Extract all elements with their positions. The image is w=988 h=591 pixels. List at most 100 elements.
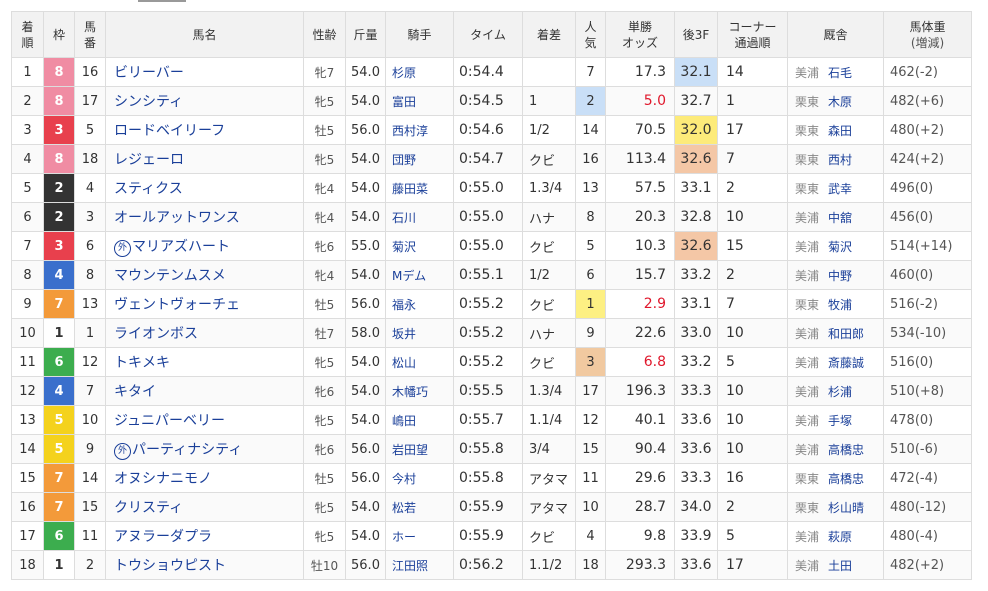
body-weight-cell: 534(-10) xyxy=(883,318,972,348)
trainer-link[interactable]: 高橋忠 xyxy=(828,443,864,457)
trainer-link[interactable]: 杉山晴 xyxy=(828,501,864,515)
trainer-location: 美浦 xyxy=(795,210,820,225)
trainer-link[interactable]: 萩原 xyxy=(828,530,852,544)
waku-cell: 1 xyxy=(43,318,75,348)
trainer-link[interactable]: 土田 xyxy=(828,559,852,573)
jockey-link[interactable]: Mデム xyxy=(392,269,426,283)
trainer-location: 美浦 xyxy=(795,442,820,457)
jockey-link[interactable]: ホー xyxy=(392,530,416,544)
popularity-cell: 11 xyxy=(575,463,606,493)
horse-name-link[interactable]: ロードベイリーフ xyxy=(114,123,225,139)
trainer-location: 美浦 xyxy=(795,529,820,544)
jockey-link[interactable]: 杉原 xyxy=(392,66,416,80)
horse-name-link[interactable]: ヴェントヴォーチェ xyxy=(114,297,240,313)
trainer-link[interactable]: 森田 xyxy=(828,124,852,138)
trainer-link[interactable]: 牧浦 xyxy=(828,298,852,312)
horse-name-link[interactable]: マリアズハート xyxy=(132,239,230,255)
umaban-cell: 7 xyxy=(74,376,106,406)
horse-name-link[interactable]: クリスティ xyxy=(114,500,183,516)
jockey-link[interactable]: 木幡巧 xyxy=(392,385,428,399)
horse-name-link[interactable]: オヌシナニモノ xyxy=(114,471,212,487)
horse-name-link[interactable]: マウンテンムスメ xyxy=(114,268,226,284)
jockey-link[interactable]: 福永 xyxy=(392,298,416,312)
time-cell: 0:55.9 xyxy=(453,492,523,522)
jockey-link[interactable]: 石川 xyxy=(392,211,416,225)
horse-name-link[interactable]: ライオンボス xyxy=(114,326,198,342)
table-row: 9 7 13 ヴェントヴォーチェ 牡5 56.0 福永 0:55.2 クビ 1 2.9 33.1 7 栗東… xyxy=(11,289,972,319)
horse-name-cell: ジュニパーベリー xyxy=(105,405,304,435)
jockey-link[interactable]: 西村淳 xyxy=(392,124,428,138)
trainer-link[interactable]: 西村 xyxy=(828,153,852,167)
horse-name-cell: マウンテンムスメ xyxy=(105,260,304,290)
trainer-link[interactable]: 和田郎 xyxy=(828,327,864,341)
umaban-cell: 1 xyxy=(74,318,106,348)
margin-cell: クビ xyxy=(522,289,576,319)
table-row: 14 5 9 外パーティナシティ 牝6 56.0 岩田望 0:55.8 3/4 15 90.4 33.… xyxy=(11,434,972,464)
jockey-link[interactable]: 松若 xyxy=(392,501,416,515)
umaban-cell: 17 xyxy=(74,86,106,116)
time-cell: 0:54.5 xyxy=(453,86,523,116)
horse-name-cell: ライオンボス xyxy=(105,318,304,348)
margin-cell: 1/2 xyxy=(522,260,576,290)
jockey-link[interactable]: 嶋田 xyxy=(392,414,416,428)
umaban-cell: 11 xyxy=(74,521,106,551)
race-results-table: 着順 枠 馬番 馬名 性齢 斤量 騎手 タイム 着差 人気 単勝 オッズ 後3F … xyxy=(11,11,972,580)
body-weight-cell: 510(-6) xyxy=(883,434,972,464)
trainer-cell: 美浦 高橋忠 xyxy=(787,434,884,464)
horse-name-link[interactable]: トキメキ xyxy=(114,355,170,371)
trainer-link[interactable]: 手塚 xyxy=(828,414,852,428)
jockey-link[interactable]: 松山 xyxy=(392,356,416,370)
horse-name-link[interactable]: オールアットワンス xyxy=(114,210,240,226)
jockey-link[interactable]: 岩田望 xyxy=(392,443,428,457)
horse-name-link[interactable]: キタイ xyxy=(114,384,156,400)
last3f-cell: 32.7 xyxy=(674,86,718,116)
trainer-link[interactable]: 石毛 xyxy=(828,66,852,80)
horse-name-link[interactable]: パーティナシティ xyxy=(132,442,242,458)
time-cell: 0:55.2 xyxy=(453,318,523,348)
horse-name-link[interactable]: ビリーバー xyxy=(114,65,184,81)
horse-name-cell: ロードベイリーフ xyxy=(105,115,304,145)
trainer-link[interactable]: 木原 xyxy=(828,95,852,109)
jockey-link[interactable]: 富田 xyxy=(392,95,416,109)
trainer-link[interactable]: 杉浦 xyxy=(828,385,852,399)
horse-name-link[interactable]: トウショウピスト xyxy=(114,558,226,574)
horse-name-link[interactable]: スティクス xyxy=(114,181,183,197)
waku-cell: 8 xyxy=(43,57,75,87)
jockey-link[interactable]: 団野 xyxy=(392,153,416,167)
body-weight-cell: 462(-2) xyxy=(883,57,972,87)
rank-cell: 1 xyxy=(11,57,44,87)
jockey-cell: 坂井 xyxy=(385,318,454,348)
horse-name-link[interactable]: シンシティ xyxy=(114,94,183,110)
horse-name-link[interactable]: レジェーロ xyxy=(114,152,184,168)
horse-name-cell: シンシティ xyxy=(105,86,304,116)
jockey-link[interactable]: 菊沢 xyxy=(392,240,416,254)
trainer-location: 美浦 xyxy=(795,239,820,254)
carried-weight-cell: 56.0 xyxy=(345,289,386,319)
jockey-cell: 松山 xyxy=(385,347,454,377)
jockey-cell: 福永 xyxy=(385,289,454,319)
jockey-link[interactable]: 今村 xyxy=(392,472,416,486)
odds-cell: 196.3 xyxy=(605,376,675,406)
horse-name-link[interactable]: ジュニパーベリー xyxy=(114,413,225,429)
margin-cell: 1/2 xyxy=(522,115,576,145)
umaban-cell: 8 xyxy=(74,260,106,290)
odds-cell: 5.0 xyxy=(605,86,675,116)
corner-order-cell: 10 xyxy=(717,405,788,435)
jockey-link[interactable]: 坂井 xyxy=(392,327,416,341)
trainer-link[interactable]: 斎藤誠 xyxy=(828,356,864,370)
trainer-link[interactable]: 高橋忠 xyxy=(828,472,864,486)
trainer-link[interactable]: 武幸 xyxy=(828,182,852,196)
trainer-link[interactable]: 中舘 xyxy=(828,211,852,225)
trainer-cell: 栗東 森田 xyxy=(787,115,884,145)
horse-name-cell: スティクス xyxy=(105,173,304,203)
body-weight-cell: 516(0) xyxy=(883,347,972,377)
body-weight-cell: 482(+6) xyxy=(883,86,972,116)
popularity-cell: 10 xyxy=(575,492,606,522)
jockey-link[interactable]: 藤田菜 xyxy=(392,182,428,196)
header-sexage: 性齢 xyxy=(303,11,346,58)
horse-name-link[interactable]: アヌラーダプラ xyxy=(114,529,212,545)
waku-cell: 7 xyxy=(43,463,75,493)
trainer-link[interactable]: 菊沢 xyxy=(828,240,852,254)
jockey-link[interactable]: 江田照 xyxy=(392,559,428,573)
trainer-link[interactable]: 中野 xyxy=(828,269,852,283)
